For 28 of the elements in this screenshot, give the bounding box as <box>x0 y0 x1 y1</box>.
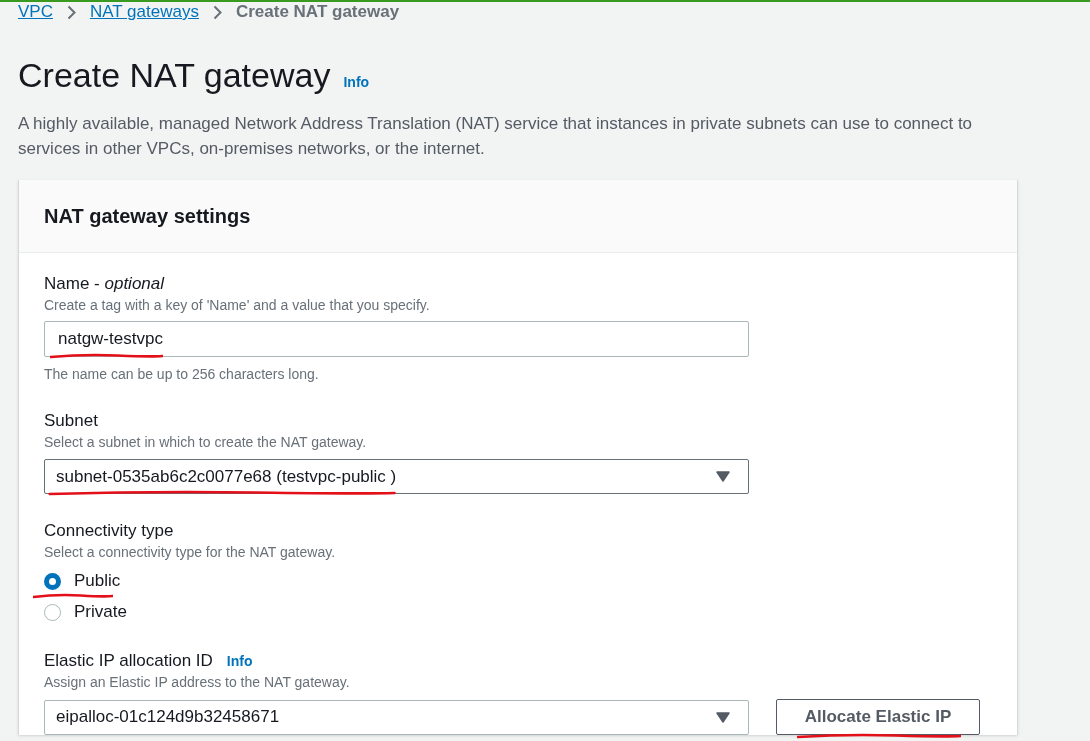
radio-button[interactable] <box>44 603 61 621</box>
panel-title: NAT gateway settings <box>44 204 251 229</box>
field-hint: Assign an Elastic IP address to the NAT gateway. <box>44 673 351 692</box>
field-hint: Select a connectivity type for the NAT gateway. <box>44 543 337 562</box>
info-link[interactable]: Info <box>226 651 253 672</box>
select-dropdown[interactable]: eipalloc-01c124d9b32458671 <box>44 699 749 735</box>
breadcrumb-current: Create NAT gateway <box>235 2 400 22</box>
field-label: Elastic IP allocation ID <box>44 650 213 672</box>
field-hint: Create a tag with a key of 'Name' and a value that you specify. <box>44 296 431 315</box>
breadcrumb-link[interactable]: VPC <box>18 2 53 22</box>
chevron-right-icon <box>212 4 222 20</box>
radio-button[interactable] <box>44 572 61 590</box>
select-dropdown[interactable]: subnet-0535ab6c2c0077e68 (testvpc-public ) <box>44 459 749 494</box>
caret-down-icon <box>716 711 730 723</box>
caret-down-icon <box>716 471 730 482</box>
breadcrumb-link[interactable]: NAT gateways <box>89 2 199 22</box>
field-label: Subnet <box>44 410 98 432</box>
text-input[interactable]: natgw-testvpc <box>44 321 749 357</box>
field-label: Name - optional <box>44 273 165 295</box>
field-hint: Select a subnet in which to create the NAT gateway. <box>44 433 368 452</box>
info-link[interactable]: Info <box>343 72 370 93</box>
chevron-right-icon <box>66 4 76 20</box>
radio-label[interactable]: Public <box>74 568 121 594</box>
field-label: Connectivity type <box>44 520 174 542</box>
page-description: A highly available, managed Network Address Translation (NAT) service that instances in private subnets can use to connect to services in other VPCs, on-premises networks, or the internet. <box>18 113 974 160</box>
radio-label[interactable]: Private <box>74 599 127 625</box>
page-title: Create NAT gateway <box>18 55 331 95</box>
field-note: The name can be up to 256 characters long. <box>44 365 320 384</box>
